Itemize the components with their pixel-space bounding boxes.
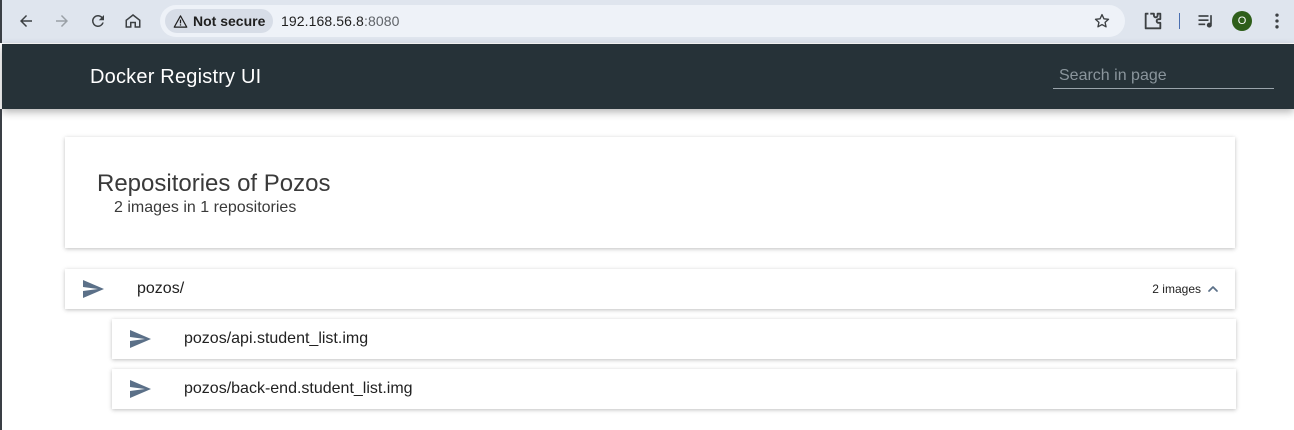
back-button[interactable] [14,9,38,33]
url-text[interactable]: 192.168.56.8:8080 [281,13,400,29]
forward-icon [56,15,68,27]
forward-button[interactable] [50,9,74,33]
image-row[interactable]: pozos/api.student_list.img [112,319,1236,359]
send-icon [81,277,105,301]
warning-icon [173,14,188,28]
image-name[interactable]: pozos/api.student_list.img [184,330,368,348]
url-host: 192.168.56.8 [281,13,364,29]
security-label: Not secure [193,13,266,29]
app-header: Docker Registry UI [2,44,1294,109]
image-row[interactable]: pozos/back-end.student_list.img [112,369,1236,409]
media-icon[interactable] [1196,11,1216,31]
home-button[interactable] [121,9,145,33]
send-icon [128,327,152,351]
star-icon[interactable] [1093,12,1111,30]
chevron-up-icon[interactable] [1205,281,1221,297]
catalog-card: Repositories of Pozos 2 images in 1 repo… [65,137,1235,248]
window-edge [0,109,2,430]
home-icon [125,14,141,28]
search-input[interactable] [1053,64,1274,89]
repository-row[interactable]: pozos/ 2 images [65,269,1235,309]
image-count-label: 2 images [1152,282,1201,296]
send-icon [128,377,152,401]
repository-name[interactable]: pozos/ [137,280,184,298]
extensions-icon[interactable] [1142,10,1164,32]
image-name[interactable]: pozos/back-end.student_list.img [184,380,413,398]
app-title[interactable]: Docker Registry UI [90,66,261,89]
reload-icon [91,14,104,27]
kebab-menu-icon[interactable] [1267,11,1287,31]
address-bar[interactable]: Not secure 192.168.56.8:8080 [160,5,1125,37]
page-subtitle: 2 images in 1 repositories [114,199,297,216]
browser-toolbar: Not secure 192.168.56.8:8080 O [0,0,1294,43]
toolbar-divider [1179,13,1180,29]
url-port: :8080 [363,13,400,29]
reload-button[interactable] [86,9,110,33]
page-title: Repositories of Pozos [97,170,331,197]
security-chip[interactable]: Not secure [165,9,274,33]
profile-avatar[interactable]: O [1232,11,1252,31]
back-icon [20,15,32,27]
